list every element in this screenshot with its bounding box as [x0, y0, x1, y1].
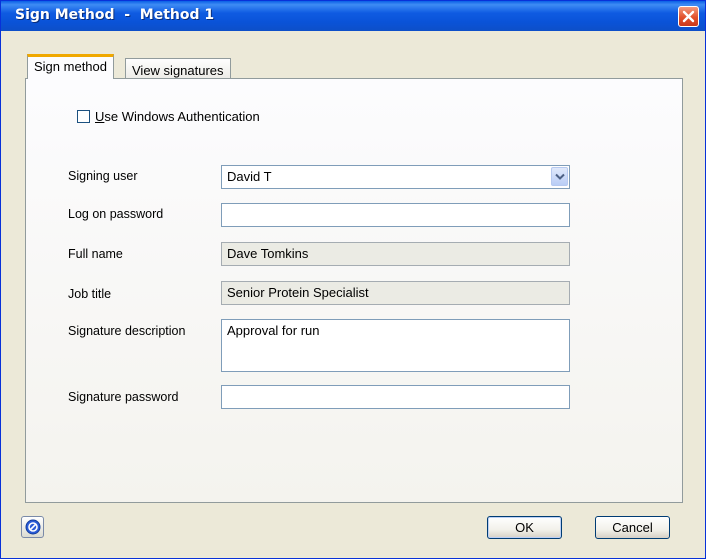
- sign-method-dialog: Sign Method - Method 1 Sign method View …: [0, 0, 706, 559]
- signing-user-dropdown[interactable]: David T: [221, 165, 570, 189]
- dropdown-arrow-button[interactable]: [551, 167, 568, 186]
- windows-auth-label-text: se Windows Authentication: [104, 109, 260, 124]
- windows-auth-label[interactable]: Use Windows Authentication: [95, 109, 260, 124]
- close-button[interactable]: [678, 6, 699, 27]
- window-title: Sign Method - Method 1: [15, 7, 215, 23]
- logon-password-input[interactable]: [221, 203, 570, 227]
- cancel-button[interactable]: Cancel: [595, 516, 670, 539]
- windows-auth-accelerator: U: [95, 109, 105, 124]
- tab-sign-method[interactable]: Sign method: [27, 54, 114, 79]
- signature-description-label: Signature description: [68, 324, 186, 338]
- ok-button[interactable]: OK: [487, 516, 562, 539]
- job-title-label: Job title: [68, 287, 112, 301]
- sign-method-panel: Use Windows Authentication Signing user …: [25, 78, 683, 503]
- tab-view-signatures[interactable]: View signatures: [125, 58, 231, 80]
- signature-password-input[interactable]: [221, 385, 570, 409]
- windows-auth-checkbox[interactable]: [77, 110, 90, 123]
- title-bar[interactable]: Sign Method - Method 1: [1, 1, 705, 31]
- full-name-field: Dave Tomkins: [221, 242, 570, 266]
- help-button[interactable]: [21, 516, 44, 538]
- job-title-field: Senior Protein Specialist: [221, 281, 570, 305]
- signature-description-textarea[interactable]: Approval for run: [221, 319, 570, 372]
- logon-password-label: Log on password: [68, 207, 164, 221]
- signature-password-label: Signature password: [68, 390, 179, 404]
- signing-user-value: David T: [227, 169, 272, 184]
- full-name-label: Full name: [68, 247, 123, 261]
- signing-user-label: Signing user: [68, 169, 138, 183]
